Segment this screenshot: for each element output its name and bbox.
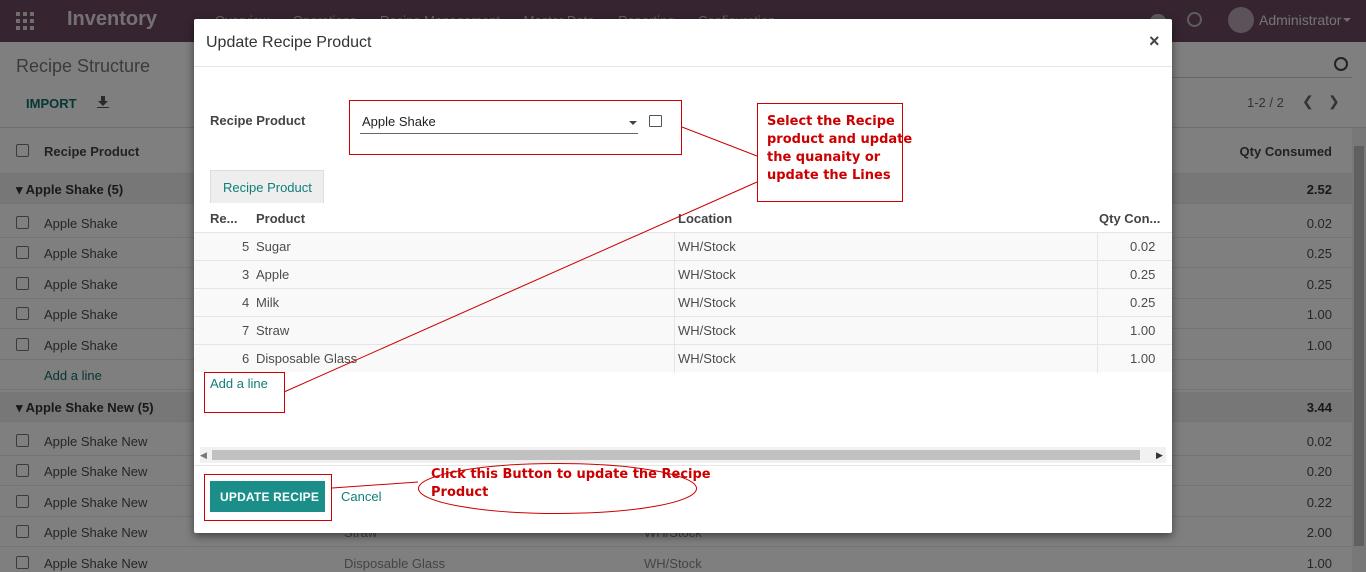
annotation-connector-1 xyxy=(681,126,758,157)
note-line: Select the Recipe xyxy=(767,114,895,129)
note-line: Product xyxy=(431,485,489,500)
note-line: update the Lines xyxy=(767,168,891,183)
annotation-box-add-line xyxy=(204,372,285,413)
note-line: the quanaity or xyxy=(767,150,881,165)
annotation-box-recipe-field xyxy=(349,100,682,155)
annotation-connector-2 xyxy=(283,181,758,393)
annotation-note-button-text: Click this Button to update the Recipe P… xyxy=(431,466,711,502)
annotation-box-update-button xyxy=(204,474,332,521)
note-line: Click this Button to update the Recipe xyxy=(431,467,711,482)
annotation-connector-3 xyxy=(331,481,419,489)
note-line: product and update xyxy=(767,132,913,147)
annotation-note-select-text: Select the Recipe product and update the… xyxy=(767,113,912,185)
